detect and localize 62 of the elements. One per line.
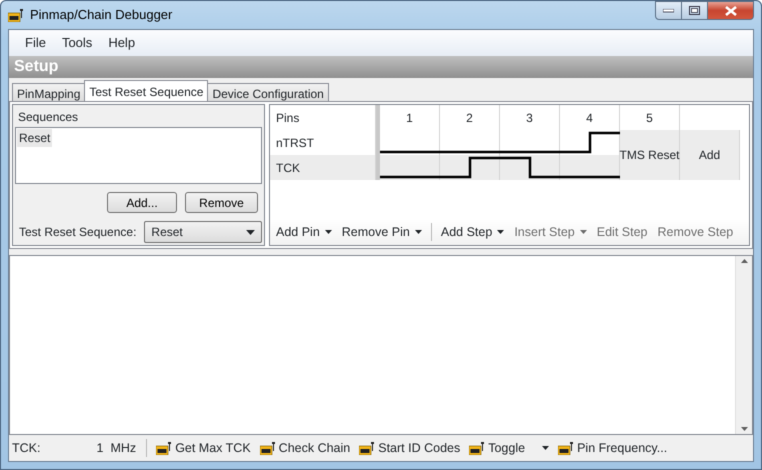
status-item[interactable]: Toggle (466, 438, 552, 458)
chip-wrench-icon (469, 441, 486, 455)
column-header: 4 (560, 105, 620, 130)
remove-button[interactable]: Remove (185, 192, 258, 213)
row-header: TCK (270, 155, 376, 180)
status-item-label: Pin Frequency... (577, 440, 668, 457)
caret-icon (580, 230, 587, 234)
column-header: 2 (440, 105, 500, 130)
scroll-up-icon[interactable] (740, 259, 748, 263)
minimize-icon (663, 8, 674, 12)
maximize-button[interactable] (682, 1, 708, 20)
minimize-button[interactable] (655, 1, 682, 20)
status-item-label: Check Chain (278, 440, 350, 457)
status-label: TCK: (12, 440, 40, 457)
column-header: 3 (500, 105, 560, 130)
chip-wrench-icon (558, 441, 574, 455)
toolbar-item[interactable]: Add Step (436, 220, 508, 244)
sequence-dropdown[interactable]: Reset (144, 221, 262, 243)
caret-icon (324, 230, 332, 234)
tab[interactable]: Device Configuration (207, 83, 329, 101)
menu-item[interactable]: File (17, 31, 54, 55)
status-item[interactable]: Get Max TCK (153, 438, 254, 458)
caret-icon (414, 230, 422, 234)
toolbar-item[interactable]: Remove Pin (338, 220, 426, 244)
step-cell: TMS Reset (620, 130, 680, 180)
add-button[interactable]: Add (680, 130, 740, 180)
tab[interactable]: PinMapping (12, 83, 86, 101)
unit-label: MHz (110, 440, 136, 457)
sequence-list[interactable]: Reset (15, 127, 262, 184)
status-item-label: Start ID Codes (378, 440, 460, 457)
menu-item[interactable]: Help (100, 31, 144, 55)
status-item[interactable]: Check Chain (256, 438, 354, 458)
list-item[interactable]: Reset (17, 129, 52, 147)
status-item-label: Toggle (488, 440, 526, 457)
menu-item[interactable]: Tools (54, 31, 100, 55)
frequency-value: 1 (96, 440, 104, 457)
status-item[interactable]: Start ID Codes (356, 438, 464, 458)
chip-wrench-icon (8, 8, 24, 22)
toolbar-item[interactable]: Add Pin (272, 220, 336, 244)
maximize-icon (689, 6, 700, 15)
waveform-line[interactable] (500, 155, 560, 180)
waveform-line[interactable] (560, 130, 620, 155)
caret-icon (542, 446, 550, 450)
add-button[interactable]: Add... (107, 192, 177, 213)
chip-wrench-icon (156, 441, 172, 455)
list-header: Sequences (17, 109, 80, 126)
scrollbar[interactable] (735, 256, 752, 434)
chip-wrench-icon (359, 441, 376, 455)
status-item-label: Get Max TCK (175, 440, 251, 457)
caret-icon (246, 230, 255, 234)
tab[interactable]: Test Reset Sequence (84, 80, 208, 101)
field-label: Test Reset Sequence: (19, 224, 136, 241)
column-header: 1 (380, 105, 440, 130)
status-item[interactable]: Pin Frequency... (555, 438, 670, 458)
close-button[interactable] (708, 1, 754, 20)
caret-icon (497, 230, 504, 234)
waveform-line[interactable] (440, 155, 500, 180)
window-title: Pinmap/Chain Debugger (30, 6, 172, 24)
chip-wrench-icon (260, 441, 276, 455)
section-title: Setup (9, 56, 753, 78)
scroll-down-icon[interactable] (740, 427, 748, 431)
close-icon (724, 6, 736, 16)
